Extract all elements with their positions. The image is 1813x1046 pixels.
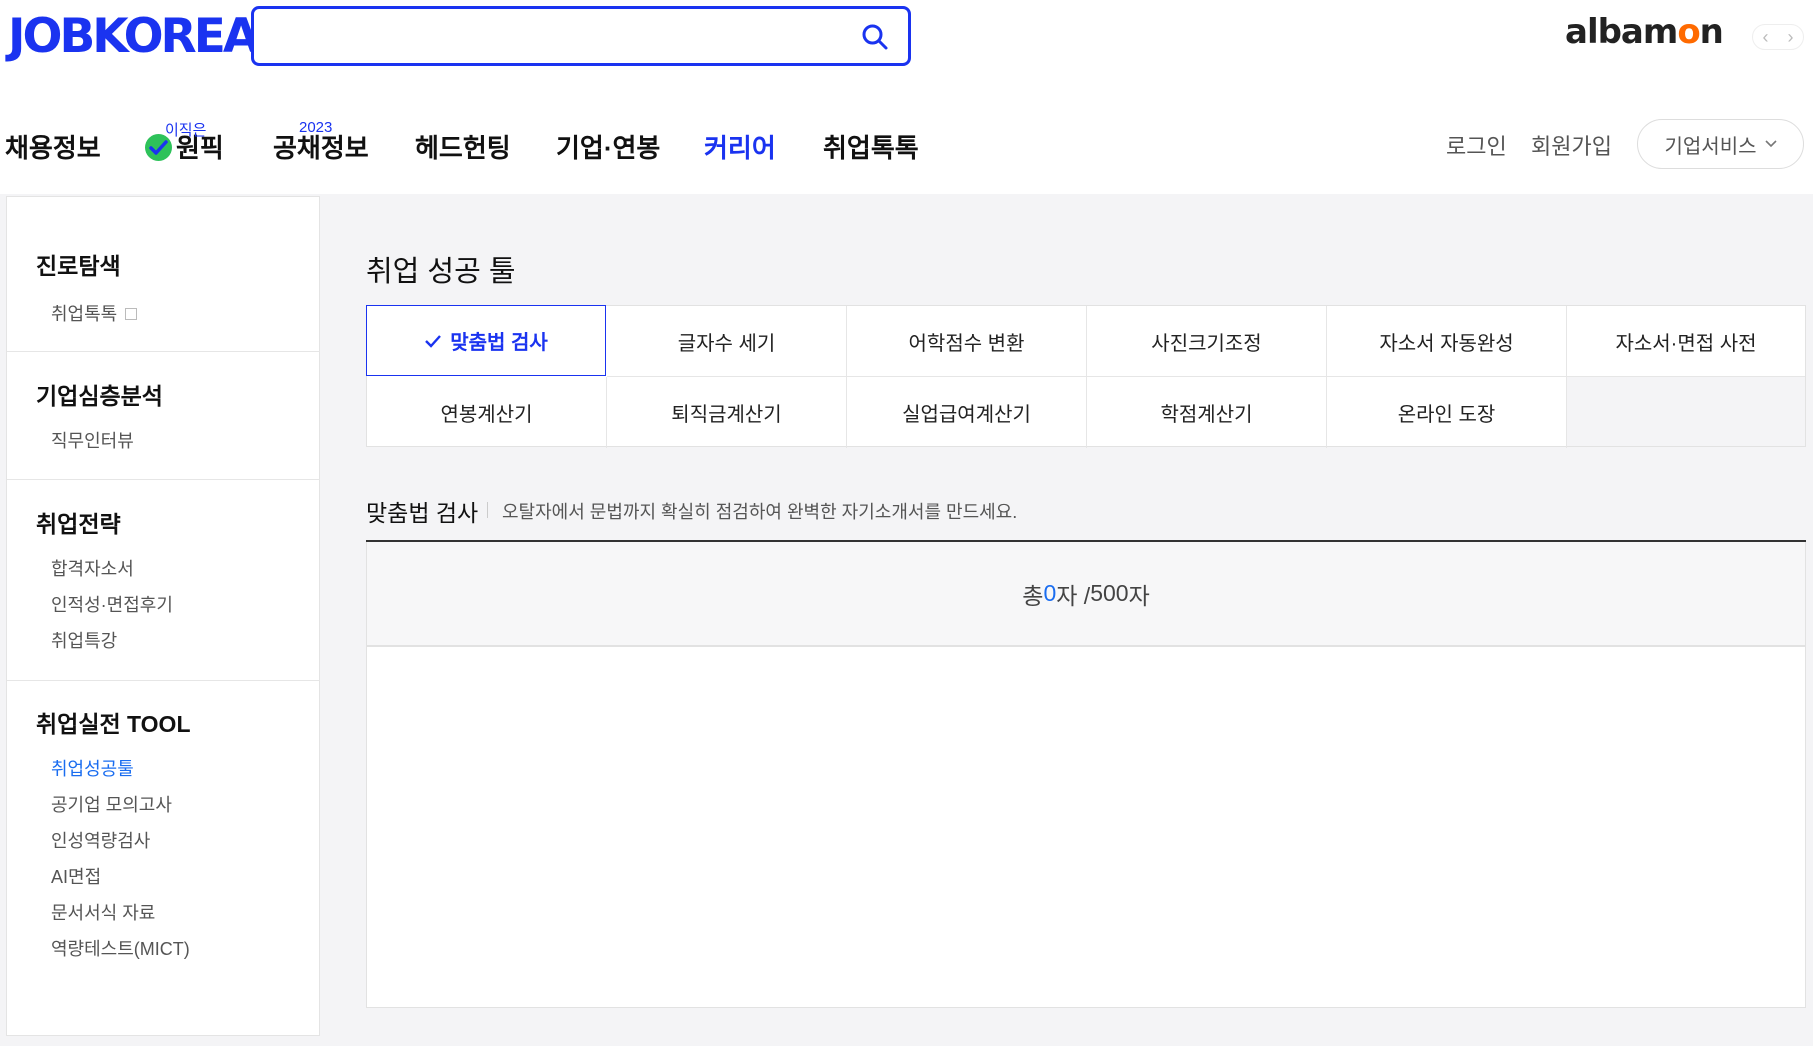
main-content: 취업 성공 툴 맞춤법 검사 글자수 세기 어학점수 변환 사진크기조정 자소서…	[321, 196, 1813, 1046]
nav-item-jobs[interactable]: 채용정보	[5, 128, 101, 165]
char-count-max: 500	[1090, 580, 1129, 606]
new-window-icon	[125, 308, 138, 320]
check-icon	[425, 334, 442, 348]
tool-tabs: 맞춤법 검사 글자수 세기 어학점수 변환 사진크기조정 자소서 자동완성 자소…	[366, 305, 1806, 448]
check-circle-icon	[145, 134, 172, 161]
tab-char-count[interactable]: 글자수 세기	[607, 306, 847, 377]
nav-sup-onepick: 이직은	[165, 122, 207, 139]
sidebar-link-lecture[interactable]: 취업특강	[51, 627, 117, 653]
tab-resume-autocomplete[interactable]: 자소서 자동완성	[1327, 306, 1567, 377]
tab-language-score[interactable]: 어학점수 변환	[847, 306, 1087, 377]
sidebar-link-talk[interactable]: 취업톡톡	[51, 300, 138, 326]
tab-resume-dictionary[interactable]: 자소서·면접 사전	[1567, 306, 1805, 377]
chevron-down-icon	[1764, 140, 1777, 148]
tab-salary-calc[interactable]: 연봉계산기	[367, 377, 607, 448]
sidebar-link-interview-review[interactable]: 인적성·면접후기	[51, 591, 173, 617]
section-separator	[487, 502, 488, 518]
section-header: 맞춤법 검사 오탈자에서 문법까지 확실히 점검하여 완벽한 자기소개서를 만드…	[366, 494, 1806, 542]
nav-sup-recruit: 2023	[299, 119, 333, 136]
sidebar-divider	[7, 479, 320, 480]
sidebar-link-success-tool[interactable]: 취업성공툴	[51, 755, 134, 781]
signup-link[interactable]: 회원가입	[1531, 129, 1612, 161]
sidebar-link-personality-test[interactable]: 인성역량검사	[51, 827, 150, 853]
tab-online-stamp[interactable]: 온라인 도장	[1327, 377, 1567, 448]
nav-item-recruit[interactable]: 2023 공채정보	[273, 119, 369, 165]
chevron-right-icon[interactable]: ›	[1788, 27, 1794, 48]
sidebar-link-ai-interview[interactable]: AI면접	[51, 863, 101, 889]
sidebar-title-career-explore: 진로탐색	[36, 253, 121, 279]
sidebar-divider	[7, 351, 320, 352]
login-link[interactable]: 로그인	[1446, 129, 1507, 161]
nav-item-career[interactable]: 커리어	[704, 128, 776, 165]
sidebar-title-company-analysis: 기업심층분석	[36, 383, 163, 409]
business-service-button[interactable]: 기업서비스	[1637, 119, 1804, 169]
top-header: JOBKOREA albamon ‹ › 채용정보 이직은 원픽 2023 공채…	[0, 0, 1813, 194]
tab-gpa-calc[interactable]: 학점계산기	[1087, 377, 1327, 448]
section-title: 맞춤법 검사	[366, 500, 479, 526]
spell-check-textarea[interactable]	[367, 647, 1805, 1007]
logo-text: JOBKOREA	[8, 9, 259, 64]
tab-severance-calc[interactable]: 퇴직금계산기	[607, 377, 847, 448]
sidebar-link-mock-exam[interactable]: 공기업 모의고사	[51, 791, 172, 817]
banner-arrows: ‹ ›	[1752, 24, 1804, 50]
albamon-logo[interactable]: albamon	[1565, 12, 1724, 52]
search-box	[251, 6, 911, 66]
nav-item-onepick[interactable]: 이직은 원픽	[145, 122, 224, 165]
tab-photo-resize[interactable]: 사진크기조정	[1087, 306, 1327, 377]
sidebar-link-document-forms[interactable]: 문서서식 자료	[51, 899, 155, 925]
page-title: 취업 성공 툴	[366, 256, 516, 288]
nav-item-headhunting[interactable]: 헤드헌팅	[415, 128, 511, 165]
search-icon[interactable]	[860, 22, 890, 52]
tab-unemployment-calc[interactable]: 실업급여계산기	[847, 377, 1087, 448]
sidebar-link-mict[interactable]: 역량테스트(MICT)	[51, 935, 190, 961]
sidebar-link-job-interview[interactable]: 직무인터뷰	[51, 427, 134, 453]
sidebar-title-tool: 취업실전 TOOL	[36, 711, 191, 737]
nav-item-talk[interactable]: 취업톡톡	[823, 128, 919, 165]
section-description: 오탈자에서 문법까지 확실히 점검하여 완벽한 자기소개서를 만드세요.	[502, 502, 1018, 522]
tab-empty-cell	[1567, 377, 1805, 446]
tab-spell-check[interactable]: 맞춤법 검사	[366, 305, 606, 376]
char-count-value: 0	[1043, 580, 1057, 606]
sidebar-link-pass-resume[interactable]: 합격자소서	[51, 555, 134, 581]
jobkorea-logo[interactable]: JOBKOREA	[8, 9, 259, 64]
sidebar-divider	[7, 680, 320, 681]
sidebar-title-strategy: 취업전략	[36, 511, 121, 537]
char-counter: 총 0자 / 500 자	[366, 542, 1806, 646]
spell-check-editor	[366, 646, 1806, 1008]
sidebar: 진로탐색 취업톡톡 기업심층분석 직무인터뷰 취업전략 합격자소서 인적성·면접…	[6, 196, 320, 1036]
chevron-left-icon[interactable]: ‹	[1763, 27, 1769, 48]
search-input[interactable]	[266, 17, 836, 55]
nav-item-company-salary[interactable]: 기업·연봉	[556, 128, 660, 165]
